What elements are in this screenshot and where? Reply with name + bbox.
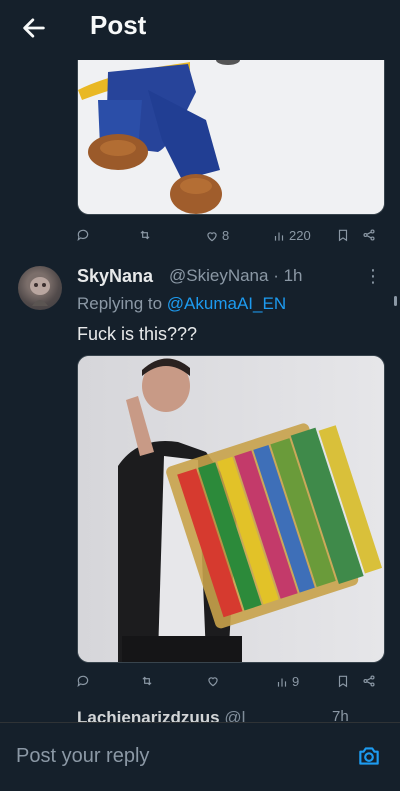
share-icon	[363, 229, 375, 241]
next-post-handle: @l	[224, 708, 246, 722]
share-icon	[363, 675, 375, 687]
view-count: 220	[289, 228, 311, 243]
repost-button[interactable]	[138, 228, 152, 242]
meta-separator: ·	[273, 266, 284, 285]
replying-to-label: Replying to	[77, 294, 163, 313]
next-post-time: 7h	[332, 708, 349, 722]
like-count: 8	[222, 228, 230, 243]
next-post-header[interactable]: Lachienarizdzuus @l	[77, 708, 245, 722]
cartoon-illustration	[78, 60, 384, 214]
more-options-icon[interactable]: ⋮	[364, 266, 382, 288]
next-post-display-name: Lachienarizdzuus	[77, 708, 220, 722]
replying-to-mention[interactable]: @AkumaAI_EN	[167, 294, 286, 313]
like-button[interactable]	[206, 674, 220, 688]
back-arrow-icon[interactable]	[20, 14, 48, 42]
reply-input[interactable]	[14, 741, 338, 771]
top-bar: Post	[0, 0, 400, 56]
share-button[interactable]	[362, 228, 376, 242]
display-name[interactable]: SkyNana	[77, 266, 153, 287]
scrollbar[interactable]	[394, 296, 397, 306]
reply-icon	[77, 675, 89, 688]
reply-button[interactable]	[76, 228, 90, 242]
bookmark-button[interactable]	[336, 228, 350, 242]
reply-post-actions: 9	[70, 674, 390, 694]
views-button[interactable]: 220	[272, 228, 311, 243]
post-image-cartoon[interactable]	[77, 60, 385, 215]
replying-to-line: Replying to @AkumaAI_EN	[77, 294, 286, 314]
like-button[interactable]: 8	[205, 228, 229, 243]
reply-icon	[77, 229, 89, 242]
repost-button[interactable]	[140, 674, 154, 688]
first-post-actions: 8 220	[70, 228, 390, 248]
photo-illustration	[78, 356, 384, 662]
user-handle[interactable]: @SkieyNana	[169, 266, 268, 285]
post-time[interactable]: 1h	[284, 266, 303, 285]
bookmark-icon	[338, 229, 348, 242]
repost-icon	[140, 230, 150, 240]
share-button[interactable]	[362, 674, 376, 688]
reply-button[interactable]	[76, 674, 90, 688]
reply-composer	[0, 722, 400, 791]
post-image-photo[interactable]	[77, 355, 385, 663]
heart-icon	[208, 677, 218, 687]
post-text: Fuck is this???	[77, 324, 198, 344]
avatar[interactable]	[18, 266, 62, 310]
views-chart-icon	[277, 678, 287, 687]
page-title: Post	[90, 10, 147, 40]
repost-icon	[142, 676, 152, 686]
views-chart-icon	[274, 232, 284, 241]
bookmark-icon	[338, 675, 348, 688]
views-button[interactable]: 9	[275, 674, 299, 689]
heart-icon	[207, 231, 217, 241]
bookmark-button[interactable]	[336, 674, 350, 688]
camera-icon[interactable]	[356, 743, 382, 769]
avatar-image	[30, 277, 50, 306]
post-meta: @SkieyNana · 1h	[169, 266, 303, 286]
view-count: 9	[292, 674, 300, 689]
